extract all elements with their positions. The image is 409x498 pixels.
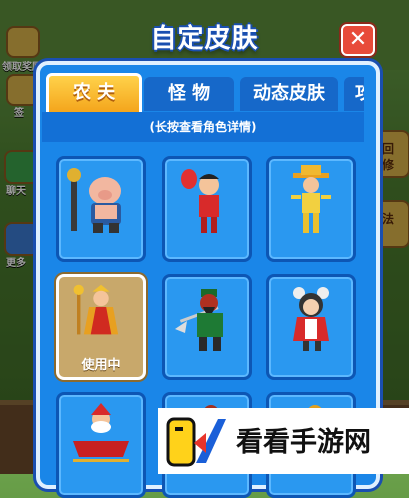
skin-card-pig-warrior[interactable]: [56, 156, 146, 262]
skin-card-guan-yu[interactable]: [162, 274, 252, 380]
pig-warrior-icon: [67, 168, 121, 233]
skin-card-yellow-cowboy[interactable]: [266, 156, 356, 262]
tab-bar: 农 夫 怪 物 动态皮肤 攻: [42, 73, 364, 113]
yellow-cowboy-icon: [291, 165, 331, 233]
guan-yu-general-icon: [175, 289, 223, 351]
close-button[interactable]: ✕: [341, 24, 375, 56]
in-use-label: 使用中: [81, 358, 121, 373]
tab-farmer[interactable]: 农 夫: [46, 73, 142, 113]
kk-logo-icon: [166, 417, 226, 467]
red-suit-man-icon: [181, 169, 219, 233]
tab-dynamic-skin[interactable]: 动态皮肤: [240, 77, 338, 111]
skin-card-red-suit-man[interactable]: [162, 156, 252, 262]
tang-monk-icon: [73, 284, 119, 335]
tab-monster[interactable]: 怪 物: [144, 77, 234, 111]
tab-attack[interactable]: 攻: [344, 77, 364, 111]
skin-card-santa-sleigh[interactable]: [56, 392, 146, 498]
watermark-text: 看看手游网: [236, 427, 371, 458]
close-icon: ✕: [348, 27, 368, 52]
hint-text: (长按查看角色详情): [149, 120, 257, 134]
skin-card-red-hood-girl[interactable]: [266, 274, 356, 380]
red-hood-girl-icon: [293, 287, 329, 351]
skin-card-tang-monk[interactable]: 使用中: [56, 274, 146, 380]
santa-sleigh-icon: [73, 403, 129, 462]
